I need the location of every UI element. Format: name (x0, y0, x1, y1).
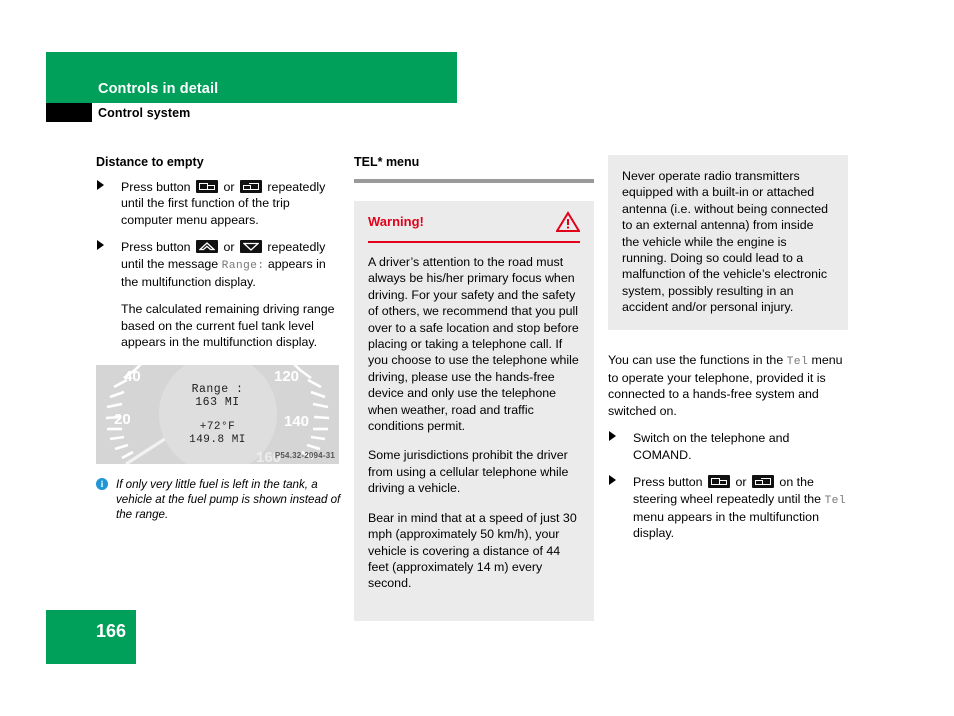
conjunction-or: or (223, 240, 235, 255)
display-message-tel: Tel (786, 355, 809, 368)
heading-divider (354, 179, 594, 183)
steering-wheel-prev-menu-icon (196, 180, 219, 193)
list-item: Press button or repeatedly until the fir… (96, 179, 342, 228)
chapter-header-bar: Controls in detail (46, 52, 457, 103)
left-column-heading: Distance to empty (96, 155, 204, 169)
steering-wheel-next-menu-icon (751, 475, 774, 489)
up-chevron-glyph (199, 242, 216, 251)
readout-line-1: Range : (191, 382, 244, 396)
warning-divider (368, 241, 580, 243)
warning-header: Warning! (368, 211, 581, 239)
conjunction-or: or (223, 180, 235, 194)
instruction-pre-text: Press button (121, 240, 191, 255)
down-chevron-glyph (242, 243, 259, 252)
info-note: i If only very little fuel is left in th… (96, 477, 342, 522)
display-message-range: Range: (221, 259, 265, 272)
warning-paragraph-1: A driver’s attention to the road must al… (368, 255, 579, 434)
page-number-block: 166 (46, 610, 136, 664)
bullet-triangle-icon (97, 240, 104, 251)
steering-wheel-prev-menu-icon (708, 475, 731, 489)
section-marker-block (46, 103, 92, 122)
readout-line-2: 163 MI (195, 395, 240, 409)
list-item: Press button or repeatedly until the mes… (96, 239, 342, 290)
middle-column: TEL* menu Warning! A driver’s attention … (354, 155, 594, 621)
left-column: Distance to empty Press button or repeat… (96, 155, 342, 522)
instruction-pre-text: Press button (121, 180, 191, 194)
warning-box: Warning! A driver’s attention to the roa… (354, 201, 594, 621)
radio-note-text: Never operate radio transmitters equippe… (622, 169, 828, 315)
right-bullet-1-text: Switch on the telephone and COMAND. (633, 431, 790, 462)
section-title: Control system (98, 106, 191, 120)
list-item: Press button or on the steering wheel re… (608, 474, 848, 542)
warning-paragraph-2: Some jurisdictions prohibit the driver f… (368, 448, 569, 496)
page-number: 166 (95, 621, 126, 641)
instrument-cluster-figure: 40 20 120 140 160 Range : 163 MI +72°F 1… (96, 364, 339, 464)
readout-line-3: +72°F (199, 420, 236, 433)
readout-line-4: 149.8 MI (189, 433, 246, 446)
instruction-post-text-b: menu appears in the multifunction displa… (633, 509, 819, 541)
info-note-text: If only very little fuel is left in the … (116, 477, 341, 521)
figure-reference-code: P54.32-2094-31 (274, 450, 335, 460)
tel-menu-intro: You can use the functions in the Tel men… (608, 352, 848, 420)
tel-intro-part-a: You can use the functions in the (608, 352, 784, 367)
steering-wheel-next-menu-icon (239, 180, 262, 193)
radio-transmitter-note-box: Never operate radio transmitters equippe… (608, 155, 848, 330)
instruction-pre-text: Press button (633, 475, 703, 490)
middle-column-heading: TEL* menu (354, 155, 420, 169)
warning-triangle-icon (555, 211, 581, 238)
steering-wheel-down-icon (239, 240, 262, 254)
multifunction-display-readout: Range : 163 MI +72°F 149.8 MI (96, 383, 339, 447)
conjunction-or: or (735, 475, 747, 490)
warning-label: Warning! (368, 214, 424, 229)
bullet-triangle-icon (609, 475, 616, 486)
bullet-triangle-icon (97, 180, 104, 190)
list-item: Switch on the telephone and COMAND. (608, 430, 848, 463)
left-column-paragraph: The calculated remaining driving range b… (121, 302, 335, 350)
chapter-title: Controls in detail (98, 81, 219, 97)
right-column: Never operate radio transmitters equippe… (608, 155, 848, 553)
info-icon: i (96, 477, 108, 490)
display-message-tel: Tel (824, 494, 846, 507)
bullet-triangle-icon (609, 431, 616, 442)
warning-paragraph-3: Bear in mind that at a speed of just 30 … (368, 510, 577, 591)
steering-wheel-up-icon (196, 240, 219, 254)
